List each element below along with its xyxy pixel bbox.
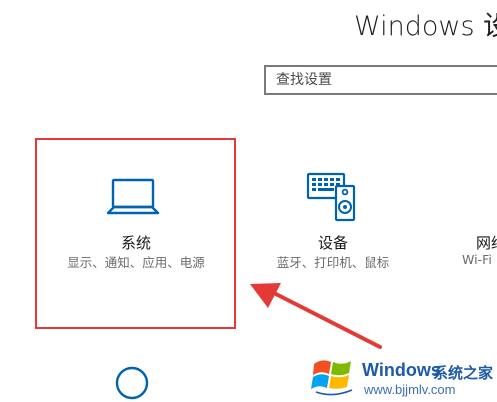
tile-system-description: 显示、通知、应用、电源: [67, 255, 205, 270]
tile-network-label: 网络: [476, 234, 497, 252]
page-title: Windows 设置: [354, 11, 497, 42]
watermark: Windows 系统之家 www.bjjmlv.com: [302, 348, 497, 402]
watermark-brand: Windows: [362, 360, 441, 380]
settings-window: Windows 设置 系统 显示、通知、应用、电源: [0, 0, 497, 402]
tile-system[interactable]: 系统 显示、通知、应用、电源: [38, 140, 234, 328]
search-box[interactable]: [264, 65, 497, 95]
search-input[interactable]: [266, 67, 497, 93]
person-icon: [114, 365, 158, 402]
tile-devices-description: 蓝牙、打印机、鼠标: [276, 255, 390, 270]
watermark-url: www.bjjmlv.com: [364, 382, 456, 397]
keyboard-speaker-icon: [306, 170, 358, 226]
tile-devices-label: 设备: [317, 234, 348, 252]
laptop-icon: [106, 178, 161, 222]
tile-accounts[interactable]: [100, 350, 170, 402]
windows-logo-icon: [310, 352, 356, 402]
tile-devices[interactable]: 设备 蓝牙、打印机、鼠标: [240, 140, 426, 328]
watermark-brand-cn: 系统之家: [433, 364, 494, 382]
tile-network[interactable]: 网络 Wi-Fi: [455, 140, 497, 328]
tile-network-description: Wi-Fi: [462, 252, 492, 267]
tile-system-label: 系统: [120, 234, 151, 252]
